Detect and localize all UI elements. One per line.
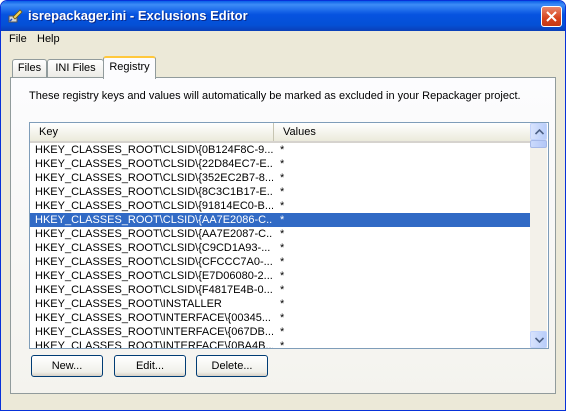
row-value: * [280,312,285,324]
table-row[interactable]: HKEY_CLASSES_ROOT\INTERFACE\{067DB... * [30,325,530,339]
vertical-scrollbar[interactable] [530,123,547,348]
row-key: HKEY_CLASSES_ROOT\INTERFACE\{0BA4B... [35,340,273,349]
row-key: HKEY_CLASSES_ROOT\CLSID\{F4817E4B-0... [35,284,273,296]
delete-button[interactable]: Delete... [196,355,268,377]
menu-file[interactable]: File [9,33,27,45]
column-header-values[interactable]: Values [274,123,530,141]
row-key: HKEY_CLASSES_ROOT\CLSID\{C9CD1A93-... [35,242,271,254]
row-key: HKEY_CLASSES_ROOT\CLSID\{AA7E2087-C... [35,228,273,240]
tab-ini-files[interactable]: INI Files [47,59,104,77]
row-value: * [280,270,285,282]
edit-button[interactable]: Edit... [114,355,186,377]
row-key: HKEY_CLASSES_ROOT\CLSID\{22D84EC7-E... [35,158,273,170]
title-bar[interactable]: isrepackager.ini - Exclusions Editor [1,1,565,31]
row-value: * [280,144,285,156]
repackager-icon [7,8,23,24]
row-value: * [280,228,285,240]
menu-bar: File Help [1,31,565,49]
registry-description: These registry keys and values will auto… [29,90,521,102]
row-value: * [280,172,285,184]
menu-help[interactable]: Help [37,33,60,45]
row-value: * [280,284,285,296]
table-row[interactable]: HKEY_CLASSES_ROOT\CLSID\{AA7E2086-C... * [30,213,530,227]
row-value: * [280,158,285,170]
scroll-up-icon [535,129,544,135]
row-key: HKEY_CLASSES_ROOT\CLSID\{8C3C1B17-E... [35,186,273,198]
column-header-key[interactable]: Key [30,123,274,141]
row-value: * [280,186,285,198]
table-row[interactable]: HKEY_CLASSES_ROOT\CLSID\{F4817E4B-0... * [30,283,530,297]
table-row[interactable]: HKEY_CLASSES_ROOT\CLSID\{352EC2B7-8... * [30,171,530,185]
tab-registry[interactable]: Registry [103,56,156,79]
list-header: Key Values [30,123,530,143]
table-row[interactable]: HKEY_CLASSES_ROOT\CLSID\{E7D06080-2... * [30,269,530,283]
tab-strip: Files INI Files Registry [1,56,565,79]
scroll-thumb[interactable] [530,140,547,148]
close-button[interactable] [541,6,562,27]
row-value: * [280,214,285,226]
row-key: HKEY_CLASSES_ROOT\INTERFACE\{00345... [35,312,271,324]
scroll-down-button[interactable] [530,331,547,348]
list-rows: HKEY_CLASSES_ROOT\CLSID\{0B124F8C-9... * H… [30,143,530,349]
table-row[interactable]: HKEY_CLASSES_ROOT\INSTALLER * [30,297,530,311]
row-key: HKEY_CLASSES_ROOT\CLSID\{0B124F8C-9... [35,144,273,156]
close-icon [546,11,557,22]
row-value: * [280,340,285,349]
row-key: HKEY_CLASSES_ROOT\CLSID\{AA7E2086-C... [35,214,273,226]
scroll-up-button[interactable] [530,123,547,140]
row-key: HKEY_CLASSES_ROOT\CLSID\{E7D06080-2... [35,270,273,282]
table-row[interactable]: HKEY_CLASSES_ROOT\INTERFACE\{0BA4B... * [30,339,530,349]
table-row[interactable]: HKEY_CLASSES_ROOT\CLSID\{8C3C1B17-E... * [30,185,530,199]
row-value: * [280,298,285,310]
exclusions-editor-window: isrepackager.ini - Exclusions Editor Fil… [0,0,566,411]
table-row[interactable]: HKEY_CLASSES_ROOT\CLSID\{91814EC0-B... * [30,199,530,213]
new-button[interactable]: New... [31,355,103,377]
table-row[interactable]: HKEY_CLASSES_ROOT\CLSID\{AA7E2087-C... * [30,227,530,241]
row-key: HKEY_CLASSES_ROOT\INTERFACE\{067DB... [35,326,273,338]
tab-files[interactable]: Files [12,59,47,77]
table-row[interactable]: HKEY_CLASSES_ROOT\CLSID\{C9CD1A93-... * [30,241,530,255]
row-value: * [280,242,285,254]
scroll-down-icon [535,337,544,343]
row-value: * [280,200,285,212]
table-row[interactable]: HKEY_CLASSES_ROOT\CLSID\{0B124F8C-9... * [30,143,530,157]
row-value: * [280,256,285,268]
row-key: HKEY_CLASSES_ROOT\INSTALLER [35,298,222,310]
table-row[interactable]: HKEY_CLASSES_ROOT\CLSID\{CFCCC7A0-... * [30,255,530,269]
window-title: isrepackager.ini - Exclusions Editor [28,8,248,23]
row-value: * [280,326,285,338]
registry-tab-panel: These registry keys and values will auto… [10,77,556,394]
table-row[interactable]: HKEY_CLASSES_ROOT\INTERFACE\{00345... * [30,311,530,325]
row-key: HKEY_CLASSES_ROOT\CLSID\{91814EC0-B... [35,200,273,212]
row-key: HKEY_CLASSES_ROOT\CLSID\{352EC2B7-8... [35,172,273,184]
table-row[interactable]: HKEY_CLASSES_ROOT\CLSID\{22D84EC7-E... * [30,157,530,171]
registry-list[interactable]: Key Values HKEY_CLASSES_ROOT\CLSID\{0B12… [29,122,549,349]
row-key: HKEY_CLASSES_ROOT\CLSID\{CFCCC7A0-... [35,256,273,268]
